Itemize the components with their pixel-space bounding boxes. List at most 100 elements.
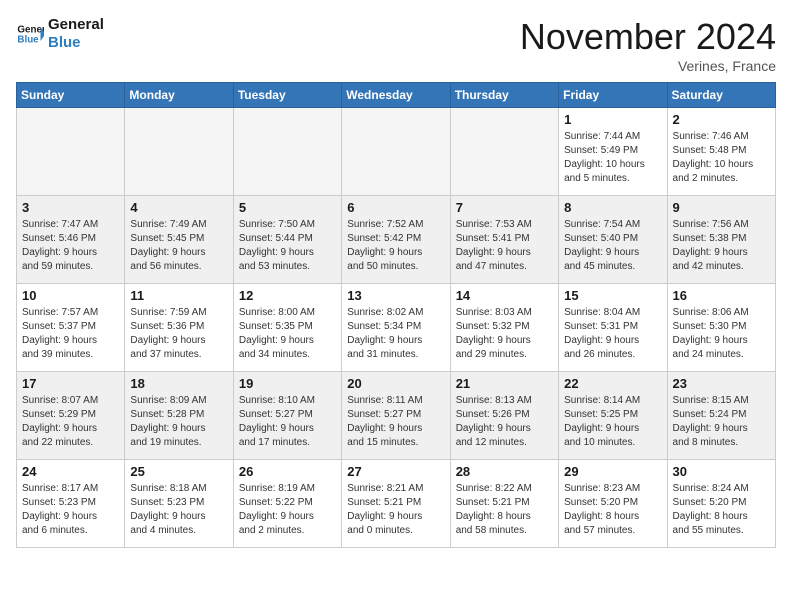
day-number: 29 (564, 464, 661, 479)
day-info: Sunrise: 8:23 AMSunset: 5:20 PMDaylight:… (564, 482, 661, 538)
calendar-cell: 22 Sunrise: 8:14 AMSunset: 5:25 PMDayligh… (559, 372, 667, 460)
day-info: Sunrise: 8:06 AMSunset: 5:30 PMDaylight:… (673, 306, 770, 362)
day-info: Sunrise: 8:07 AMSunset: 5:29 PMDaylight:… (22, 394, 119, 450)
day-number: 5 (239, 200, 336, 215)
calendar-table: SundayMondayTuesdayWednesdayThursdayFrid… (16, 82, 776, 548)
day-info: Sunrise: 7:46 AMSunset: 5:48 PMDaylight:… (673, 130, 770, 186)
calendar-cell: 5 Sunrise: 7:50 AMSunset: 5:44 PMDaylight… (233, 196, 341, 284)
day-info: Sunrise: 8:15 AMSunset: 5:24 PMDaylight:… (673, 394, 770, 450)
calendar-cell: 30 Sunrise: 8:24 AMSunset: 5:20 PMDayligh… (667, 460, 775, 548)
calendar-cell: 1Sunrise: 7:44 AMSunset: 5:49 PMDaylight… (559, 108, 667, 196)
calendar-cell: 19Sunrise: 8:10 AMSunset: 5:27 PMDayligh… (233, 372, 341, 460)
calendar-header-row: SundayMondayTuesdayWednesdayThursdayFrid… (17, 83, 776, 108)
day-info: Sunrise: 8:13 AMSunset: 5:26 PMDaylight:… (456, 394, 553, 450)
day-info: Sunrise: 8:10 AMSunset: 5:27 PMDaylight:… (239, 394, 336, 450)
calendar-cell: 14 Sunrise: 8:03 AMSunset: 5:32 PMDayligh… (450, 284, 558, 372)
logo: General Blue General Blue (16, 16, 104, 52)
day-number: 25 (130, 464, 227, 479)
title-block: November 2024 Verines, France (520, 16, 776, 74)
header-wednesday: Wednesday (342, 83, 450, 108)
day-number: 13 (347, 288, 444, 303)
calendar-cell: 28Sunrise: 8:22 AMSunset: 5:21 PMDayligh… (450, 460, 558, 548)
calendar-cell: 3 Sunrise: 7:47 AMSunset: 5:46 PMDaylight… (17, 196, 125, 284)
day-number: 14 (456, 288, 553, 303)
calendar-cell: 6 Sunrise: 7:52 AMSunset: 5:42 PMDaylight… (342, 196, 450, 284)
month-title: November 2024 (520, 16, 776, 58)
day-number: 16 (673, 288, 770, 303)
day-info: Sunrise: 7:50 AMSunset: 5:44 PMDaylight:… (239, 218, 336, 274)
calendar-cell (125, 108, 233, 196)
day-number: 17 (22, 376, 119, 391)
day-number: 28 (456, 464, 553, 479)
header-saturday: Saturday (667, 83, 775, 108)
calendar-cell: 26 Sunrise: 8:19 AMSunset: 5:22 PMDayligh… (233, 460, 341, 548)
day-info: Sunrise: 7:53 AMSunset: 5:41 PMDaylight:… (456, 218, 553, 274)
day-info: Sunrise: 7:54 AMSunset: 5:40 PMDaylight:… (564, 218, 661, 274)
day-number: 6 (347, 200, 444, 215)
day-number: 7 (456, 200, 553, 215)
day-number: 30 (673, 464, 770, 479)
day-info: Sunrise: 7:59 AMSunset: 5:36 PMDaylight:… (130, 306, 227, 362)
day-number: 18 (130, 376, 227, 391)
day-number: 22 (564, 376, 661, 391)
day-info: Sunrise: 7:52 AMSunset: 5:42 PMDaylight:… (347, 218, 444, 274)
day-info: Sunrise: 7:56 AMSunset: 5:38 PMDaylight:… (673, 218, 770, 274)
day-number: 15 (564, 288, 661, 303)
day-info: Sunrise: 8:21 AMSunset: 5:21 PMDaylight:… (347, 482, 444, 538)
day-info: Sunrise: 7:57 AMSunset: 5:37 PMDaylight:… (22, 306, 119, 362)
day-number: 8 (564, 200, 661, 215)
day-number: 9 (673, 200, 770, 215)
day-number: 1 (564, 112, 661, 127)
calendar-cell: 25 Sunrise: 8:18 AMSunset: 5:23 PMDayligh… (125, 460, 233, 548)
day-number: 21 (456, 376, 553, 391)
day-info: Sunrise: 8:19 AMSunset: 5:22 PMDaylight:… (239, 482, 336, 538)
calendar-cell (342, 108, 450, 196)
calendar-cell: 4Sunrise: 7:49 AMSunset: 5:45 PMDaylight… (125, 196, 233, 284)
day-info: Sunrise: 8:11 AMSunset: 5:27 PMDaylight:… (347, 394, 444, 450)
calendar-cell: 18 Sunrise: 8:09 AMSunset: 5:28 PMDayligh… (125, 372, 233, 460)
day-number: 23 (673, 376, 770, 391)
calendar-cell: 16 Sunrise: 8:06 AMSunset: 5:30 PMDayligh… (667, 284, 775, 372)
svg-text:Blue: Blue (17, 34, 39, 45)
day-number: 11 (130, 288, 227, 303)
day-number: 24 (22, 464, 119, 479)
calendar-cell: 7 Sunrise: 7:53 AMSunset: 5:41 PMDaylight… (450, 196, 558, 284)
header-friday: Friday (559, 83, 667, 108)
day-info: Sunrise: 8:24 AMSunset: 5:20 PMDaylight:… (673, 482, 770, 538)
logo-line1: General (48, 16, 104, 34)
calendar-week-3: 10 Sunrise: 7:57 AMSunset: 5:37 PMDayligh… (17, 284, 776, 372)
calendar-cell: 13Sunrise: 8:02 AMSunset: 5:34 PMDayligh… (342, 284, 450, 372)
day-info: Sunrise: 8:18 AMSunset: 5:23 PMDaylight:… (130, 482, 227, 538)
header-thursday: Thursday (450, 83, 558, 108)
calendar-cell: 29 Sunrise: 8:23 AMSunset: 5:20 PMDayligh… (559, 460, 667, 548)
calendar-cell: 24Sunrise: 8:17 AMSunset: 5:23 PMDayligh… (17, 460, 125, 548)
calendar-week-4: 17 Sunrise: 8:07 AMSunset: 5:29 PMDayligh… (17, 372, 776, 460)
calendar-cell (450, 108, 558, 196)
calendar-cell: 11 Sunrise: 7:59 AMSunset: 5:36 PMDayligh… (125, 284, 233, 372)
day-info: Sunrise: 8:03 AMSunset: 5:32 PMDaylight:… (456, 306, 553, 362)
logo-line2: Blue (48, 34, 104, 52)
day-info: Sunrise: 8:09 AMSunset: 5:28 PMDaylight:… (130, 394, 227, 450)
day-info: Sunrise: 8:04 AMSunset: 5:31 PMDaylight:… (564, 306, 661, 362)
day-info: Sunrise: 7:47 AMSunset: 5:46 PMDaylight:… (22, 218, 119, 274)
day-number: 12 (239, 288, 336, 303)
calendar-cell: 8 Sunrise: 7:54 AMSunset: 5:40 PMDaylight… (559, 196, 667, 284)
day-number: 4 (130, 200, 227, 215)
calendar-cell (17, 108, 125, 196)
location: Verines, France (520, 58, 776, 74)
calendar-cell: 17 Sunrise: 8:07 AMSunset: 5:29 PMDayligh… (17, 372, 125, 460)
header-sunday: Sunday (17, 83, 125, 108)
calendar-week-2: 3 Sunrise: 7:47 AMSunset: 5:46 PMDaylight… (17, 196, 776, 284)
day-info: Sunrise: 8:00 AMSunset: 5:35 PMDaylight:… (239, 306, 336, 362)
day-number: 10 (22, 288, 119, 303)
calendar-cell: 2Sunrise: 7:46 AMSunset: 5:48 PMDaylight… (667, 108, 775, 196)
page-header: General Blue General Blue November 2024 … (16, 16, 776, 74)
day-info: Sunrise: 8:14 AMSunset: 5:25 PMDaylight:… (564, 394, 661, 450)
day-number: 26 (239, 464, 336, 479)
calendar-week-5: 24Sunrise: 8:17 AMSunset: 5:23 PMDayligh… (17, 460, 776, 548)
header-tuesday: Tuesday (233, 83, 341, 108)
calendar-cell: 27Sunrise: 8:21 AMSunset: 5:21 PMDayligh… (342, 460, 450, 548)
logo-icon: General Blue (16, 20, 44, 48)
day-number: 3 (22, 200, 119, 215)
calendar-cell: 20Sunrise: 8:11 AMSunset: 5:27 PMDayligh… (342, 372, 450, 460)
